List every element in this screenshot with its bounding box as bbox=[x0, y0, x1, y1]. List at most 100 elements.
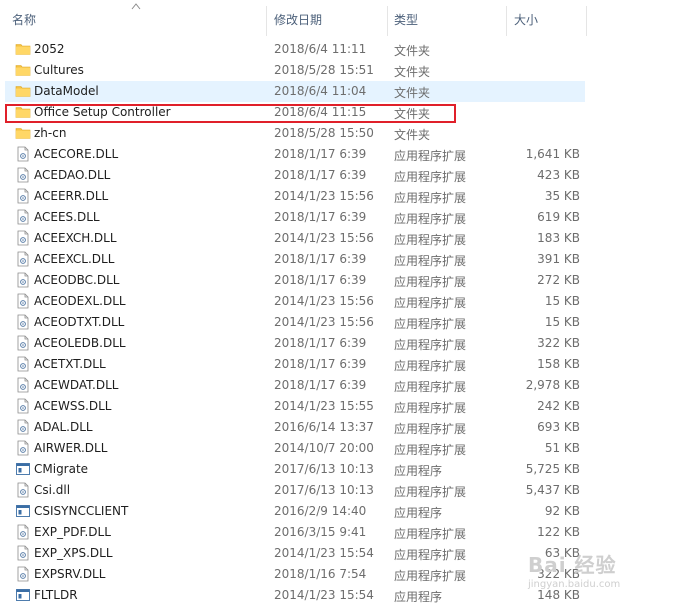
file-row[interactable]: ACEWSS.DLL 2014/1/23 15:55 应用程序扩展 242 KB bbox=[0, 396, 600, 417]
file-size: 15 KB bbox=[544, 294, 580, 308]
file-row[interactable]: ACEODTXT.DLL 2014/1/23 15:56 应用程序扩展 15 KB bbox=[0, 312, 600, 333]
dll-file-icon bbox=[15, 314, 31, 330]
file-size: 322 KB bbox=[537, 336, 580, 350]
file-name: ACEWDAT.DLL bbox=[34, 378, 119, 392]
file-row[interactable]: ACETXT.DLL 2018/1/17 6:39 应用程序扩展 158 KB bbox=[0, 354, 600, 375]
file-row[interactable]: ACEODEXL.DLL 2014/1/23 15:56 应用程序扩展 15 KB bbox=[0, 291, 600, 312]
dll-file-icon bbox=[15, 566, 31, 582]
file-type: 文件夹 bbox=[394, 65, 431, 79]
file-row[interactable]: EXPSRV.DLL 2018/1/16 7:54 应用程序扩展 322 KB bbox=[0, 564, 600, 585]
folder-icon bbox=[15, 104, 31, 120]
column-divider[interactable] bbox=[266, 6, 267, 36]
file-row[interactable]: 2052 2018/6/4 11:11 文件夹 bbox=[0, 39, 600, 60]
dll-file-icon bbox=[15, 440, 31, 456]
file-name: CSISYNCCLIENT bbox=[34, 504, 129, 518]
column-header-name[interactable]: 名称 bbox=[12, 0, 262, 36]
file-size: 272 KB bbox=[537, 273, 580, 287]
file-row[interactable]: Office Setup Controller 2018/6/4 11:15 文件夹 bbox=[0, 102, 600, 123]
file-row[interactable]: ACEOLEDB.DLL 2018/1/17 6:39 应用程序扩展 322 KB bbox=[0, 333, 600, 354]
file-date-modified: 2014/1/23 15:54 bbox=[274, 546, 374, 560]
file-name: EXP_PDF.DLL bbox=[34, 525, 111, 539]
dll-file-icon bbox=[15, 398, 31, 414]
file-type: 应用程序扩展 bbox=[394, 569, 467, 583]
column-header-date[interactable]: 修改日期 bbox=[274, 0, 384, 36]
file-size: 158 KB bbox=[537, 357, 580, 371]
file-type: 应用程序 bbox=[394, 506, 443, 520]
column-header-type[interactable]: 类型 bbox=[394, 0, 504, 36]
file-type: 应用程序扩展 bbox=[394, 527, 467, 541]
folder-icon bbox=[15, 62, 31, 78]
file-size: 92 KB bbox=[544, 504, 580, 518]
file-row[interactable]: DataModel 2018/6/4 11:04 文件夹 bbox=[5, 81, 585, 102]
file-size: 2,978 KB bbox=[525, 378, 580, 392]
file-type: 应用程序扩展 bbox=[394, 170, 467, 184]
file-row[interactable]: ACEEXCL.DLL 2018/1/17 6:39 应用程序扩展 391 KB bbox=[0, 249, 600, 270]
file-size: 35 KB bbox=[544, 189, 580, 203]
file-row[interactable]: Cultures 2018/5/28 15:51 文件夹 bbox=[0, 60, 600, 81]
file-type: 应用程序 bbox=[394, 464, 443, 478]
file-name: 2052 bbox=[34, 42, 65, 56]
file-name: ADAL.DLL bbox=[34, 420, 93, 434]
file-name: DataModel bbox=[34, 84, 99, 98]
dll-file-icon bbox=[15, 356, 31, 372]
column-divider[interactable] bbox=[506, 6, 507, 36]
dll-file-icon bbox=[15, 377, 31, 393]
application-icon bbox=[15, 503, 31, 519]
file-date-modified: 2014/10/7 20:00 bbox=[274, 441, 374, 455]
file-row[interactable]: EXP_XPS.DLL 2014/1/23 15:54 应用程序扩展 63 KB bbox=[0, 543, 600, 564]
file-row[interactable]: EXP_PDF.DLL 2016/3/15 9:41 应用程序扩展 122 KB bbox=[0, 522, 600, 543]
file-name: Csi.dll bbox=[34, 483, 71, 497]
file-type: 文件夹 bbox=[394, 128, 431, 142]
file-type: 应用程序扩展 bbox=[394, 275, 467, 289]
file-name: ACEES.DLL bbox=[34, 210, 100, 224]
file-type: 应用程序扩展 bbox=[394, 422, 467, 436]
file-name: ACEEXCH.DLL bbox=[34, 231, 117, 245]
file-name: ACEOLEDB.DLL bbox=[34, 336, 126, 350]
column-header-size[interactable]: 大小 bbox=[514, 0, 584, 36]
file-type: 应用程序扩展 bbox=[394, 359, 467, 373]
file-type: 应用程序扩展 bbox=[394, 548, 467, 562]
file-name: ACETXT.DLL bbox=[34, 357, 106, 371]
file-type: 文件夹 bbox=[394, 107, 431, 121]
file-row[interactable]: ACECORE.DLL 2018/1/17 6:39 应用程序扩展 1,641 KB bbox=[0, 144, 600, 165]
file-row[interactable]: Csi.dll 2017/6/13 10:13 应用程序扩展 5,437 KB bbox=[0, 480, 600, 501]
column-divider[interactable] bbox=[586, 6, 587, 36]
dll-file-icon bbox=[15, 335, 31, 351]
file-row[interactable]: AIRWER.DLL 2014/10/7 20:00 应用程序扩展 51 KB bbox=[0, 438, 600, 459]
folder-icon bbox=[15, 83, 31, 99]
file-size: 619 KB bbox=[537, 210, 580, 224]
file-size: 51 KB bbox=[544, 441, 580, 455]
file-name: EXPSRV.DLL bbox=[34, 567, 106, 581]
file-row[interactable]: ACEEXCH.DLL 2014/1/23 15:56 应用程序扩展 183 KB bbox=[0, 228, 600, 249]
file-date-modified: 2018/1/17 6:39 bbox=[274, 378, 367, 392]
file-row[interactable]: ACEES.DLL 2018/1/17 6:39 应用程序扩展 619 KB bbox=[0, 207, 600, 228]
file-row[interactable]: ACEDAO.DLL 2018/1/17 6:39 应用程序扩展 423 KB bbox=[0, 165, 600, 186]
folder-icon bbox=[15, 41, 31, 57]
file-name: CMigrate bbox=[34, 462, 89, 476]
file-row[interactable]: CMigrate 2017/6/13 10:13 应用程序 5,725 KB bbox=[0, 459, 600, 480]
file-type: 应用程序扩展 bbox=[394, 317, 467, 331]
watermark-url: jingyan.baidu.com bbox=[528, 579, 621, 590]
file-row[interactable]: CSISYNCCLIENT 2016/2/9 14:40 应用程序 92 KB bbox=[0, 501, 600, 522]
dll-file-icon bbox=[15, 545, 31, 561]
dll-file-icon bbox=[15, 251, 31, 267]
file-size: 391 KB bbox=[537, 252, 580, 266]
dll-file-icon bbox=[15, 230, 31, 246]
file-date-modified: 2018/1/16 7:54 bbox=[274, 567, 367, 581]
dll-file-icon bbox=[15, 209, 31, 225]
folder-icon bbox=[15, 125, 31, 141]
file-size: 242 KB bbox=[537, 399, 580, 413]
file-type: 应用程序扩展 bbox=[394, 296, 467, 310]
file-row[interactable]: ADAL.DLL 2016/6/14 13:37 应用程序扩展 693 KB bbox=[0, 417, 600, 438]
file-name: ACEDAO.DLL bbox=[34, 168, 111, 182]
file-name: ACEODBC.DLL bbox=[34, 273, 120, 287]
file-date-modified: 2018/5/28 15:50 bbox=[274, 126, 374, 140]
column-header-bar: 名称 修改日期 类型 大小 bbox=[0, 0, 687, 36]
file-row[interactable]: ACEERR.DLL 2014/1/23 15:56 应用程序扩展 35 KB bbox=[0, 186, 600, 207]
file-date-modified: 2018/6/4 11:11 bbox=[274, 42, 367, 56]
column-divider[interactable] bbox=[387, 6, 388, 36]
file-row[interactable]: ACEWDAT.DLL 2018/1/17 6:39 应用程序扩展 2,978 KB bbox=[0, 375, 600, 396]
file-row[interactable]: ACEODBC.DLL 2018/1/17 6:39 应用程序扩展 272 KB bbox=[0, 270, 600, 291]
dll-file-icon bbox=[15, 524, 31, 540]
file-row[interactable]: zh-cn 2018/5/28 15:50 文件夹 bbox=[0, 123, 600, 144]
